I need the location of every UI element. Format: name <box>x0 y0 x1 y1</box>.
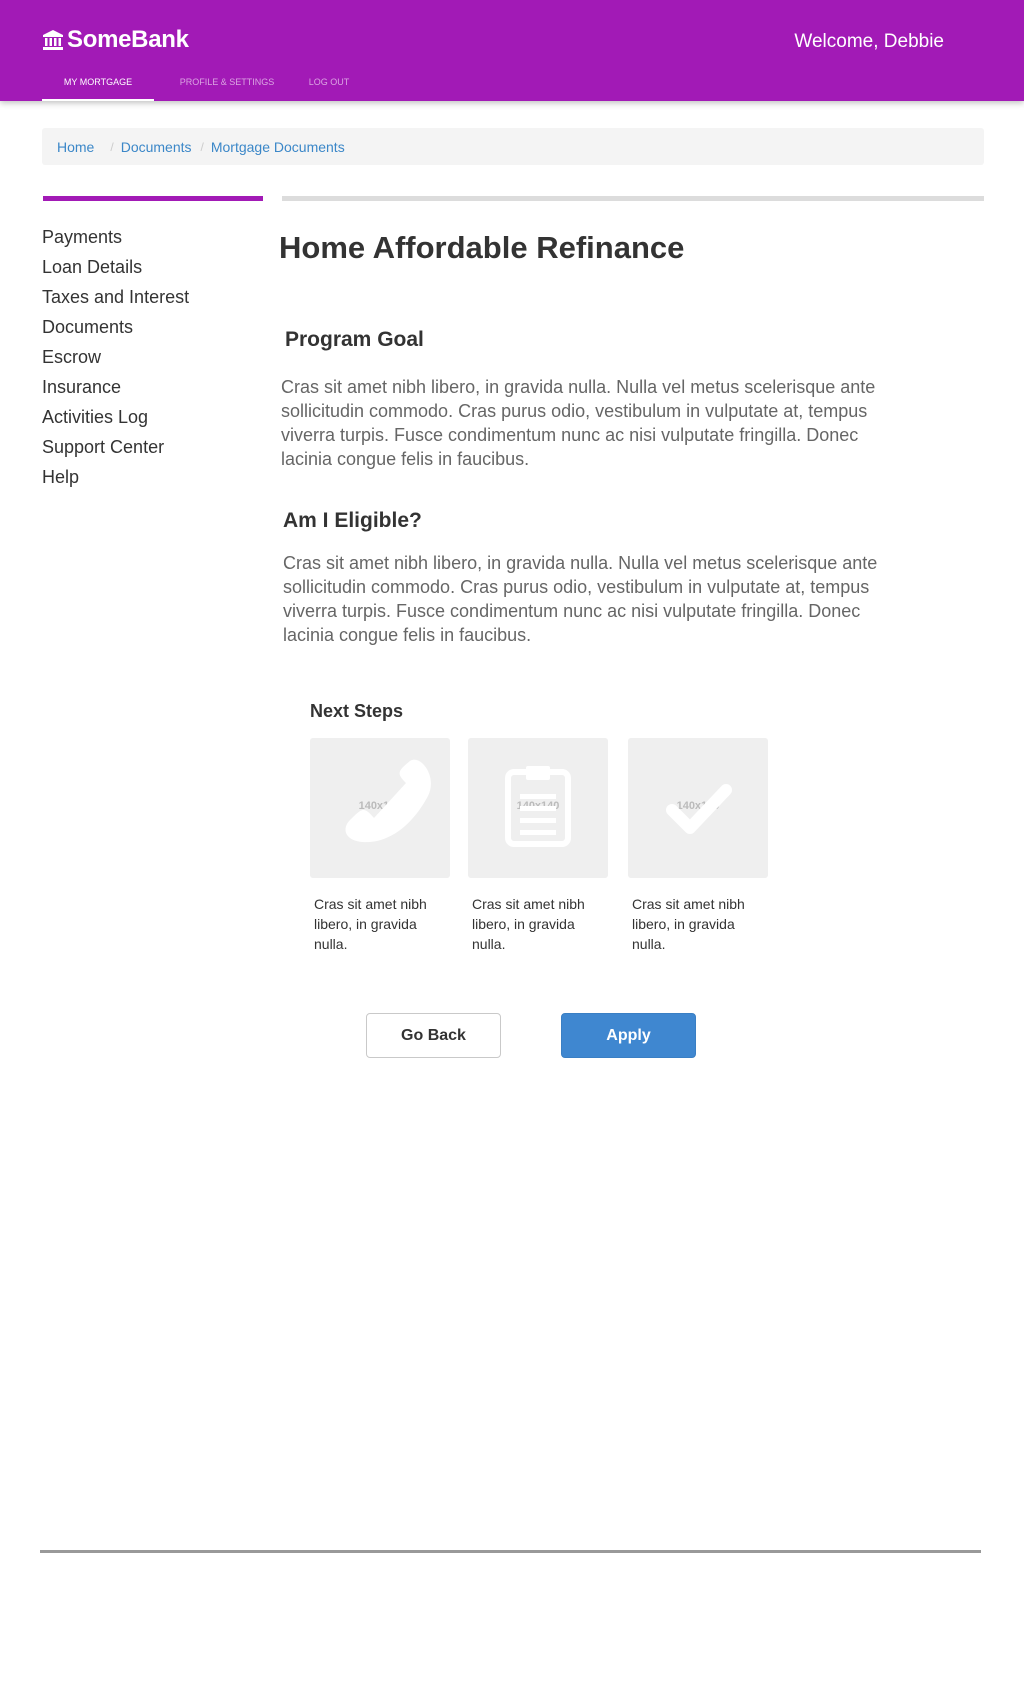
next-step-document[interactable]: 140x140 Cras sit amet nibh libero, in gr… <box>468 738 608 954</box>
nav-profile-settings[interactable]: PROFILE & SETTINGS <box>179 70 275 101</box>
sidebar-item-escrow[interactable]: Escrow <box>42 342 189 372</box>
next-steps-title: Next Steps <box>310 701 404 721</box>
sidebar-item-insurance[interactable]: Insurance <box>42 372 189 402</box>
sidebar-item-payments[interactable]: Payments <box>42 222 189 252</box>
breadcrumb: Home / Documents / Mortgage Documents <box>42 128 984 165</box>
step-description: Cras sit amet nibh libero, in gravida nu… <box>472 896 585 952</box>
welcome-message: Welcome, Debbie <box>794 31 944 52</box>
breadcrumb-home[interactable]: Home <box>57 139 94 155</box>
section-body-eligibility: Cras sit amet nibh libero, in gravida nu… <box>283 553 878 645</box>
bank-icon <box>43 30 63 50</box>
next-step-confirm[interactable]: 140x140 Cras sit amet nibh libero, in gr… <box>628 738 768 954</box>
main-nav: MY MORTGAGE PROFILE & SETTINGS LOG OUT <box>42 70 359 101</box>
section-title-program-goal: Program Goal <box>285 328 424 351</box>
sidebar-item-support-center[interactable]: Support Center <box>42 432 189 462</box>
breadcrumb-separator: / <box>110 139 114 154</box>
section-title-eligibility: Am I Eligible? <box>283 509 422 532</box>
section-body-program-goal: Cras sit amet nibh libero, in gravida nu… <box>281 377 876 469</box>
clipboard-icon <box>505 766 571 847</box>
nav-my-mortgage[interactable]: MY MORTGAGE <box>42 70 154 101</box>
breadcrumb-separator: / <box>200 139 204 154</box>
sidebar-item-taxes-interest[interactable]: Taxes and Interest <box>42 282 189 312</box>
breadcrumb-mortgage-documents[interactable]: Mortgage Documents <box>211 139 345 155</box>
next-step-call[interactable]: 140x140 Cras sit amet nibh libero, in gr… <box>310 738 450 954</box>
sidebar-item-activities-log[interactable]: Activities Log <box>42 402 189 432</box>
sidebar-accent-bar <box>43 196 263 201</box>
step-description: Cras sit amet nibh libero, in gravida nu… <box>314 896 427 952</box>
brand-logo[interactable]: SomeBank <box>42 26 189 54</box>
sidebar-item-help[interactable]: Help <box>42 462 189 492</box>
sidebar-nav: Payments Loan Details Taxes and Interest… <box>42 222 189 492</box>
go-back-button[interactable]: Go Back <box>366 1013 501 1058</box>
step-image: 140x140 <box>468 738 608 878</box>
nav-log-out[interactable]: LOG OUT <box>299 70 359 101</box>
page-title: Home Affordable Refinance <box>279 230 685 265</box>
sidebar-item-loan-details[interactable]: Loan Details <box>42 252 189 282</box>
breadcrumb-documents[interactable]: Documents <box>121 139 192 155</box>
content-divider-bar <box>282 196 984 201</box>
apply-button[interactable]: Apply <box>561 1013 696 1058</box>
sidebar-item-documents[interactable]: Documents <box>42 312 189 342</box>
checkmark-icon <box>666 784 732 834</box>
top-header: SomeBank Welcome, Debbie MY MORTGAGE PRO… <box>0 0 1024 101</box>
brand-name: SomeBank <box>67 26 189 53</box>
step-description: Cras sit amet nibh libero, in gravida nu… <box>632 896 745 952</box>
footer-divider <box>40 1550 981 1553</box>
step-image: 140x140 <box>628 738 768 878</box>
step-image: 140x140 <box>310 738 450 878</box>
phone-icon <box>345 759 431 843</box>
